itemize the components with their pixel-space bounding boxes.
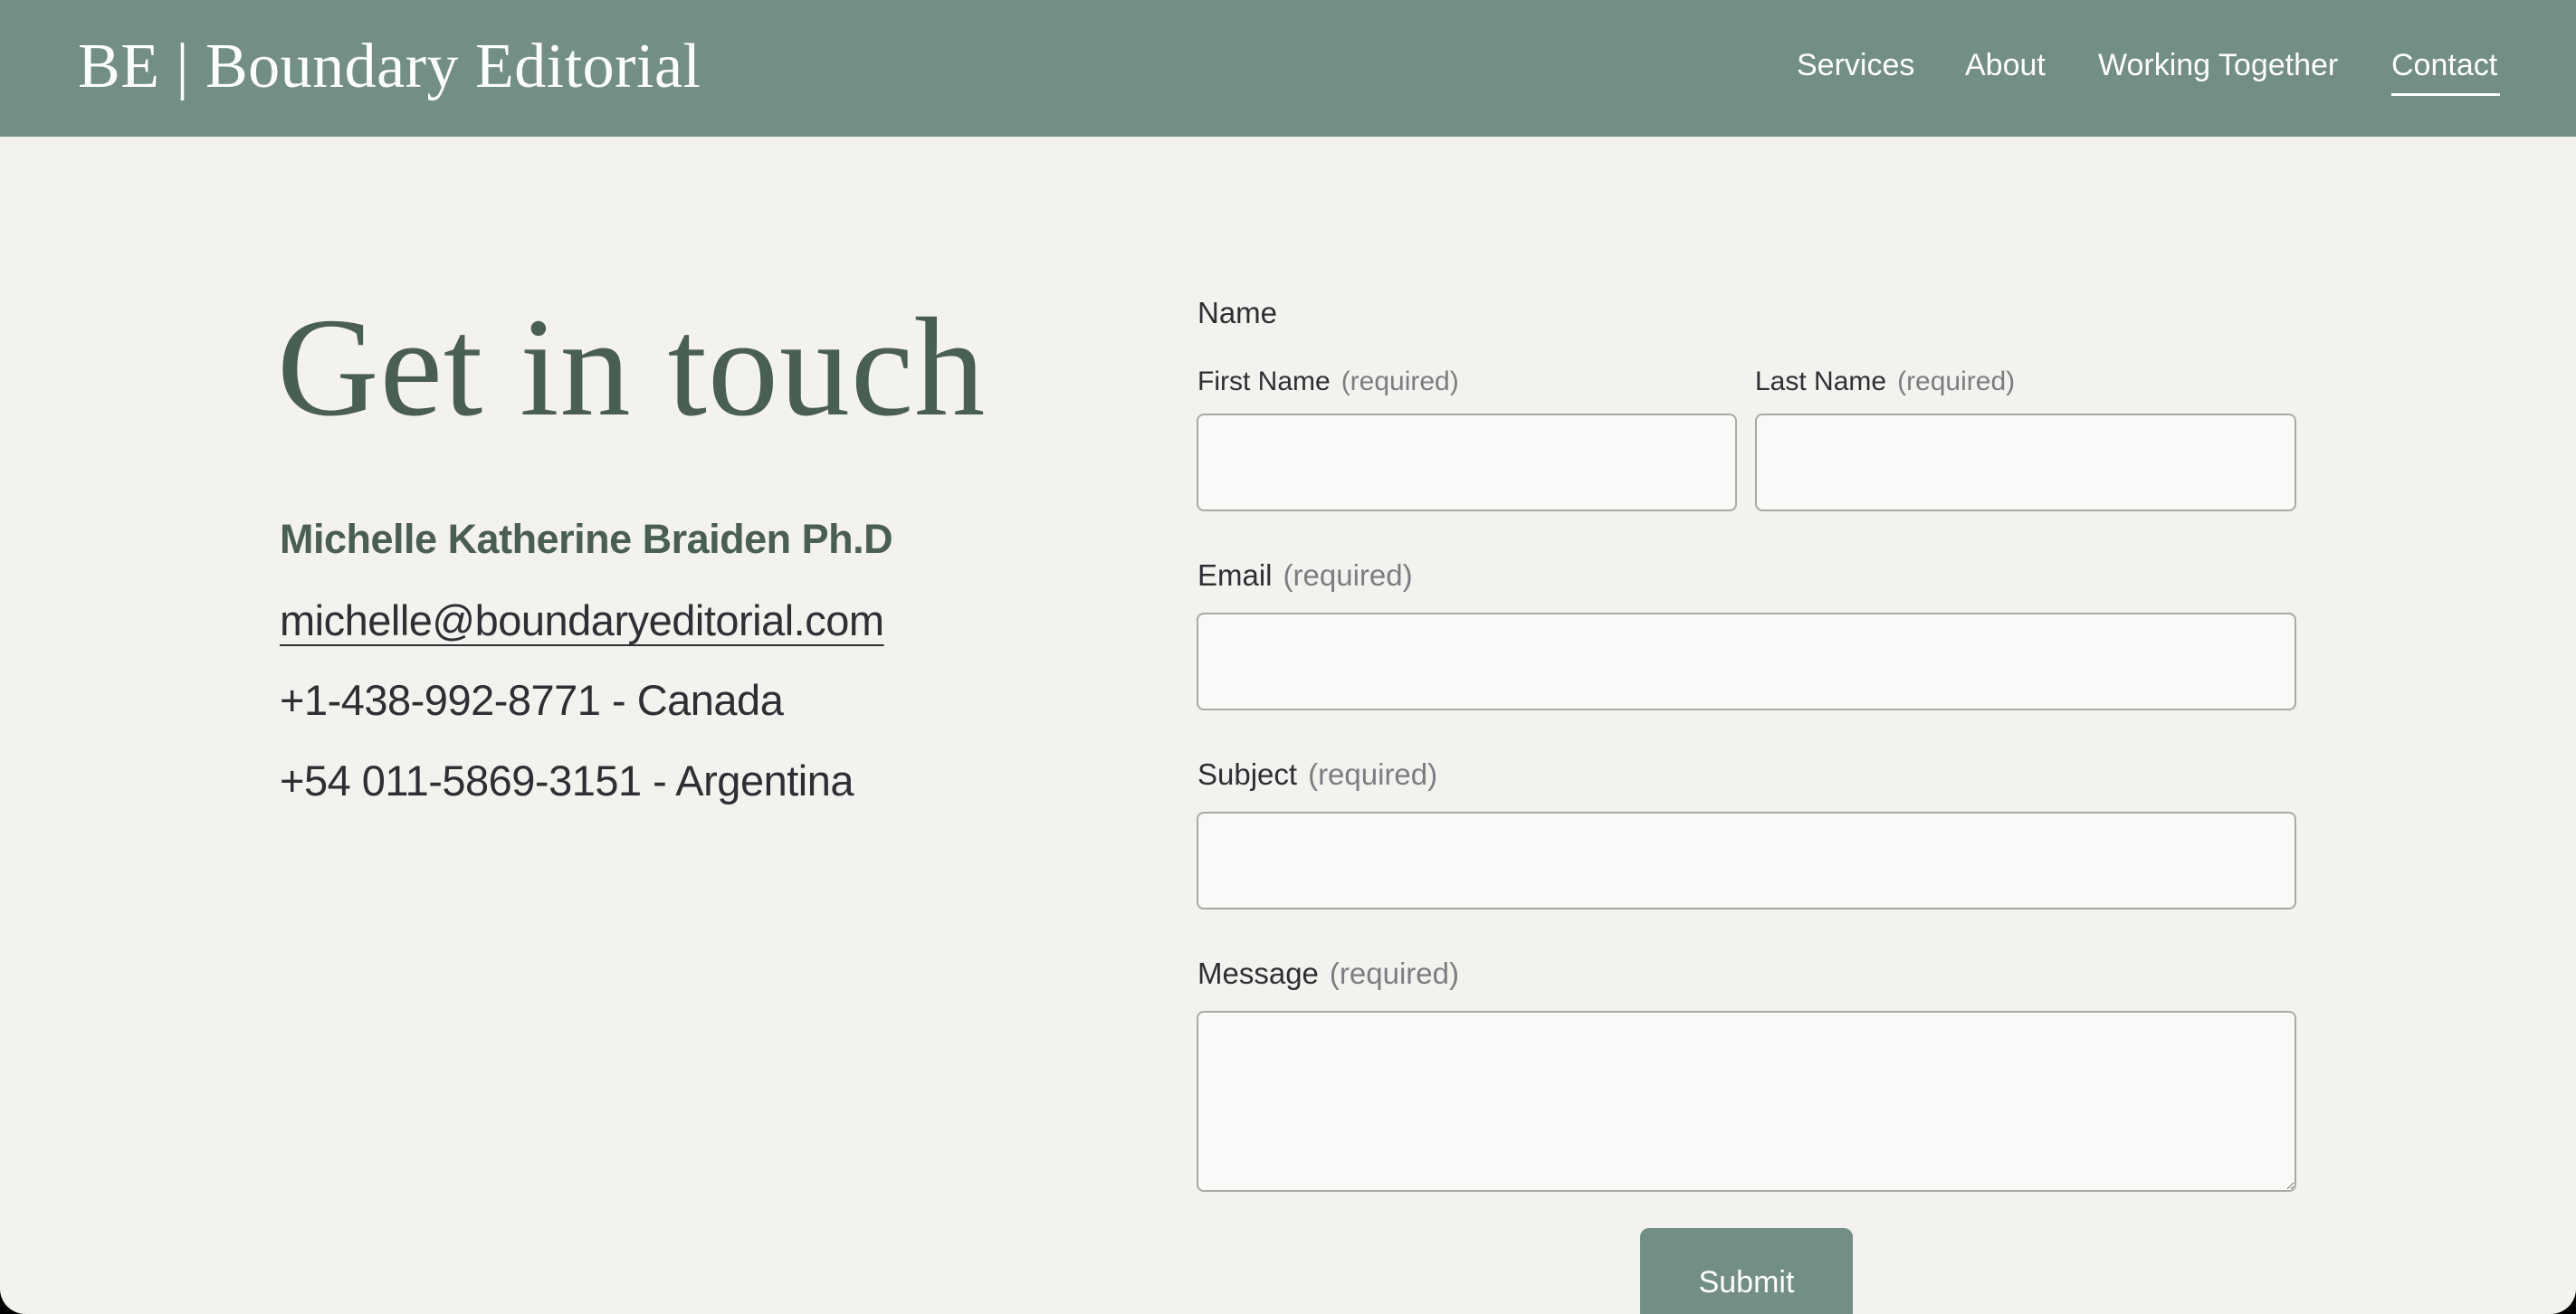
email-required-note: (required) <box>1283 558 1413 592</box>
last-name-required-note: (required) <box>1897 367 2016 396</box>
first-name-label: First Name (required) <box>1197 364 1459 400</box>
message-label-text: Message <box>1197 957 1319 990</box>
message-label: Message (required) <box>1197 954 1459 994</box>
subject-label-text: Subject <box>1197 757 1298 791</box>
subject-required-note: (required) <box>1308 757 1438 791</box>
site-logo[interactable]: BE | Boundary Editorial <box>78 31 701 103</box>
message-textarea[interactable] <box>1197 1011 2296 1192</box>
first-name-required-note: (required) <box>1340 367 1459 396</box>
nav-link-working-together[interactable]: Working Together <box>2098 45 2338 85</box>
name-group-label: Name <box>1197 296 1278 329</box>
email-label: Email (required) <box>1197 556 1413 595</box>
email-input[interactable] <box>1197 613 2296 710</box>
contact-email-link[interactable]: michelle@boundaryeditorial.com <box>280 595 884 646</box>
last-name-label: Last Name (required) <box>1755 364 2015 400</box>
email-label-text: Email <box>1197 558 1273 592</box>
nav-link-services[interactable]: Services <box>1797 45 1914 85</box>
message-required-note: (required) <box>1329 957 1459 990</box>
nav-link-contact[interactable]: Contact <box>2391 45 2497 85</box>
nav-link-about[interactable]: About <box>1965 45 2046 85</box>
submit-button[interactable]: Submit <box>1640 1228 1853 1314</box>
contact-page: BE | Boundary Editorial Services About W… <box>0 0 2576 1314</box>
nav-active-underline <box>2391 93 2500 96</box>
contact-phone-canada: +1-438-992-8771 - Canada <box>280 676 784 724</box>
subject-input[interactable] <box>1197 812 2296 909</box>
last-name-label-text: Last Name <box>1755 367 1887 396</box>
subject-label: Subject (required) <box>1197 755 1437 795</box>
contact-name: Michelle Katherine Braiden Ph.D <box>280 516 893 562</box>
last-name-input[interactable] <box>1755 414 2296 511</box>
page-title: Get in touch <box>277 289 987 445</box>
contact-phone-argentina: +54 011-5869-3151 - Argentina <box>280 757 854 805</box>
first-name-input[interactable] <box>1197 414 1737 511</box>
site-header: BE | Boundary Editorial Services About W… <box>0 0 2576 137</box>
first-name-label-text: First Name <box>1197 367 1331 396</box>
